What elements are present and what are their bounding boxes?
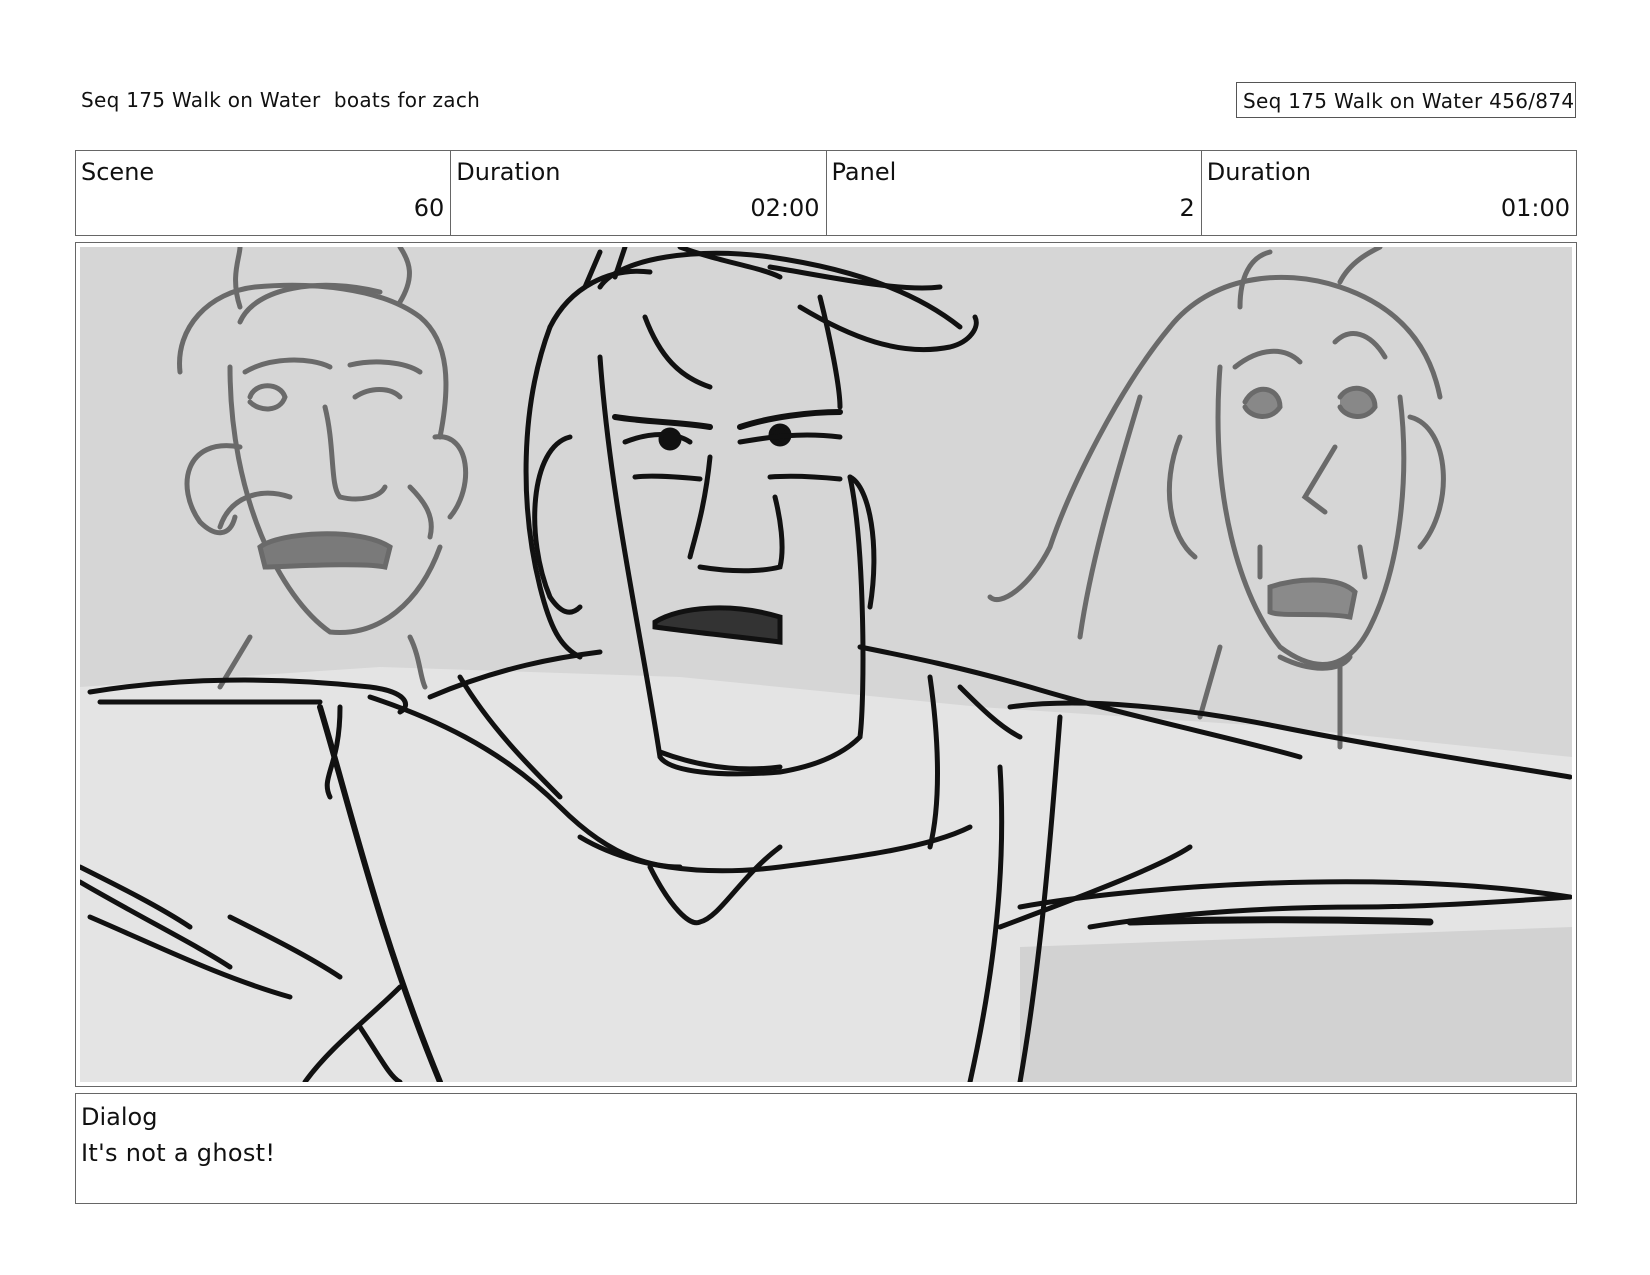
storyboard-sketch-svg [80, 247, 1572, 1082]
document-title: Seq 175 Walk on Water boats for zach [81, 88, 481, 112]
panel-cell: Panel 2 [827, 151, 1202, 235]
scene-duration-label: Duration [456, 158, 561, 186]
panel-label: Panel [831, 158, 897, 186]
scene-duration-cell: Duration 02:00 [451, 151, 827, 235]
scene-label: Scene [81, 158, 155, 186]
panel-duration-label: Duration [1206, 158, 1311, 186]
storyboard-sketch [80, 247, 1572, 1082]
info-bar: Scene 60 Duration 02:00 Panel 2 Duration… [75, 150, 1577, 236]
panel-duration-value: 01:00 [1500, 194, 1570, 222]
panel-frame [75, 242, 1577, 1087]
panel-duration-cell: Duration 01:00 [1202, 151, 1576, 235]
scene-duration-value: 02:00 [750, 194, 820, 222]
page-counter: Seq 175 Walk on Water 456/874 [1236, 82, 1576, 118]
scene-value: 60 [413, 194, 445, 222]
panel-value: 2 [1179, 194, 1195, 222]
dialog-label: Dialog [81, 1103, 158, 1131]
dialog-text: It's not a ghost! [81, 1139, 276, 1167]
scene-cell: Scene 60 [76, 151, 452, 235]
dialog-box: Dialog It's not a ghost! [75, 1093, 1577, 1204]
